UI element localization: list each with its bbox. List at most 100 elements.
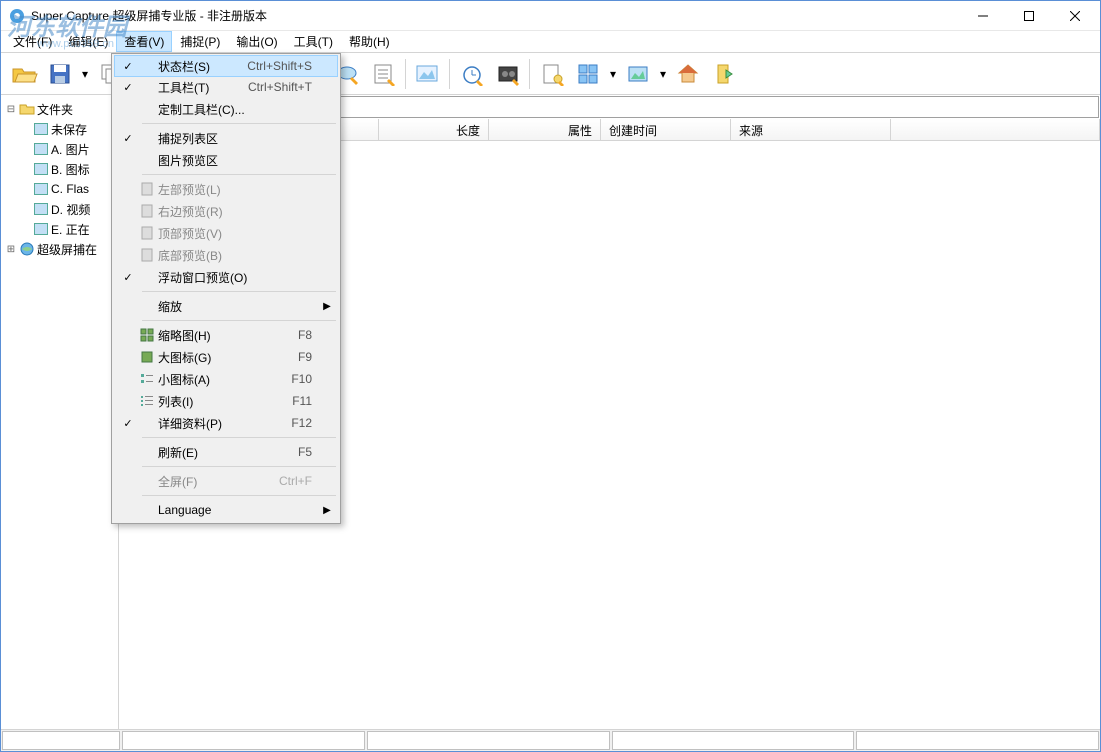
status-cell	[122, 731, 365, 750]
view-image-dropdown[interactable]: ▾	[657, 67, 669, 81]
large-icon	[138, 350, 156, 364]
menu-shortcut: Ctrl+Shift+T	[248, 80, 320, 94]
menu-item-label: Language	[156, 503, 312, 517]
tree-item[interactable]: 未保存	[3, 119, 116, 139]
image-icon	[33, 121, 49, 137]
save-dropdown[interactable]: ▾	[79, 67, 91, 81]
image-icon	[33, 221, 49, 237]
menu-shortcut: F10	[291, 372, 320, 386]
menu-view[interactable]: 查看(V)	[116, 31, 172, 52]
check-icon: ✓	[118, 81, 138, 94]
list-icon	[138, 394, 156, 408]
capture-menu-button[interactable]	[367, 57, 401, 91]
close-button[interactable]	[1052, 2, 1098, 30]
menu-edit[interactable]: 编辑(E)	[60, 31, 116, 52]
menu-item-label: 缩略图(H)	[156, 327, 298, 344]
menu-shortcut: F9	[298, 350, 320, 364]
menu-item[interactable]: ✓浮动窗口预览(O)	[114, 266, 338, 288]
submenu-arrow-icon: ▶	[320, 301, 334, 312]
tree-item[interactable]: B. 图标	[3, 159, 116, 179]
menu-shortcut: F8	[298, 328, 320, 342]
tree-item[interactable]: C. Flas	[3, 179, 116, 199]
menu-item: 底部预览(B)	[114, 244, 338, 266]
menu-item-label: 顶部预览(V)	[156, 225, 312, 242]
column-header-created[interactable]: 创建时间	[601, 119, 731, 140]
small-icon	[138, 372, 156, 386]
home-button[interactable]	[671, 57, 705, 91]
save-button[interactable]	[43, 57, 77, 91]
menu-item[interactable]: 列表(I)F11	[114, 390, 338, 412]
exit-button[interactable]	[707, 57, 741, 91]
check-icon: ✓	[118, 271, 138, 284]
tree-root[interactable]: ⊟ 文件夹	[3, 99, 116, 119]
menu-shortcut: F11	[292, 394, 320, 408]
menu-item-label: 工具栏(T)	[156, 79, 248, 96]
view-grid-button[interactable]	[571, 57, 605, 91]
view-grid-dropdown[interactable]: ▾	[607, 67, 619, 81]
menu-capture[interactable]: 捕捉(P)	[172, 31, 228, 52]
menu-item-label: 底部预览(B)	[156, 247, 312, 264]
submenu-arrow-icon: ▶	[320, 505, 334, 516]
open-button[interactable]	[7, 57, 41, 91]
window-title: Super Capture 超级屏捕专业版 - 非注册版本	[31, 7, 960, 24]
sidebar: ⊟ 文件夹 未保存 A. 图片 B. 图标 C. Flas D. 视频 E. 正…	[1, 95, 119, 729]
menu-item[interactable]: 大图标(G)F9	[114, 346, 338, 368]
view-image-button[interactable]	[621, 57, 655, 91]
menu-item: 顶部预览(V)	[114, 222, 338, 244]
menu-item[interactable]: ✓ 工具栏(T)Ctrl+Shift+T	[114, 76, 338, 98]
menu-shortcut: F5	[298, 445, 320, 459]
check-icon: ✓	[118, 132, 138, 145]
page-icon	[138, 204, 156, 218]
menu-item-label: 全屏(F)	[156, 473, 279, 490]
menu-item-label: 图片预览区	[156, 152, 312, 169]
menu-help[interactable]: 帮助(H)	[341, 31, 398, 52]
menu-tools[interactable]: 工具(T)	[286, 31, 341, 52]
menu-item[interactable]: ✓状态栏(S)Ctrl+Shift+S	[114, 55, 338, 77]
image-icon	[33, 161, 49, 177]
menu-item-label: 大图标(G)	[156, 349, 298, 366]
page-icon	[138, 226, 156, 240]
timer-button[interactable]	[455, 57, 489, 91]
menu-item[interactable]: 刷新(E)F5	[114, 441, 338, 463]
page-icon	[138, 182, 156, 196]
menu-item-label: 缩放	[156, 298, 312, 315]
tree-item[interactable]: E. 正在	[3, 219, 116, 239]
column-header-attr[interactable]: 属性	[489, 119, 601, 140]
video-button[interactable]	[491, 57, 525, 91]
folder-open-icon	[19, 101, 35, 117]
menu-item[interactable]: ✓详细资料(P)F12	[114, 412, 338, 434]
edit-button[interactable]	[535, 57, 569, 91]
menu-item-label: 左部预览(L)	[156, 181, 312, 198]
capture-image-button[interactable]	[411, 57, 445, 91]
column-header-blank[interactable]	[891, 119, 1100, 140]
menu-item[interactable]: 缩放 ▶	[114, 295, 338, 317]
tree-item[interactable]: D. 视频	[3, 199, 116, 219]
column-header-length[interactable]: 长度	[379, 119, 489, 140]
expand-icon[interactable]: ⊞	[5, 244, 17, 255]
image-icon	[33, 201, 49, 217]
menu-file[interactable]: 文件(F)	[5, 31, 60, 52]
tree-item[interactable]: A. 图片	[3, 139, 116, 159]
menu-item-label: 小图标(A)	[156, 371, 291, 388]
menu-output[interactable]: 输出(O)	[228, 31, 285, 52]
menu-item[interactable]: ✓ 捕捉列表区	[114, 127, 338, 149]
tree-root-label: 文件夹	[37, 101, 73, 118]
statusbar	[1, 729, 1100, 751]
menu-item-label: 详细资料(P)	[156, 415, 291, 432]
app-icon	[9, 8, 25, 24]
minimize-button[interactable]	[960, 2, 1006, 30]
column-header-source[interactable]: 来源	[731, 119, 891, 140]
menu-item-label: 捕捉列表区	[156, 130, 312, 147]
status-cell	[856, 731, 1099, 750]
menu-item[interactable]: 小图标(A)F10	[114, 368, 338, 390]
menu-item[interactable]: 图片预览区	[114, 149, 338, 171]
menu-item-label: 定制工具栏(C)...	[156, 101, 312, 118]
tree-footer[interactable]: ⊞ 超级屏捕在	[3, 239, 116, 259]
menu-item[interactable]: 定制工具栏(C)...	[114, 98, 338, 120]
menu-shortcut: Ctrl+Shift+S	[247, 59, 320, 73]
menu-item[interactable]: 缩略图(H)F8	[114, 324, 338, 346]
menu-item: 左部预览(L)	[114, 178, 338, 200]
collapse-icon[interactable]: ⊟	[5, 104, 17, 115]
menu-item[interactable]: Language ▶	[114, 499, 338, 521]
maximize-button[interactable]	[1006, 2, 1052, 30]
